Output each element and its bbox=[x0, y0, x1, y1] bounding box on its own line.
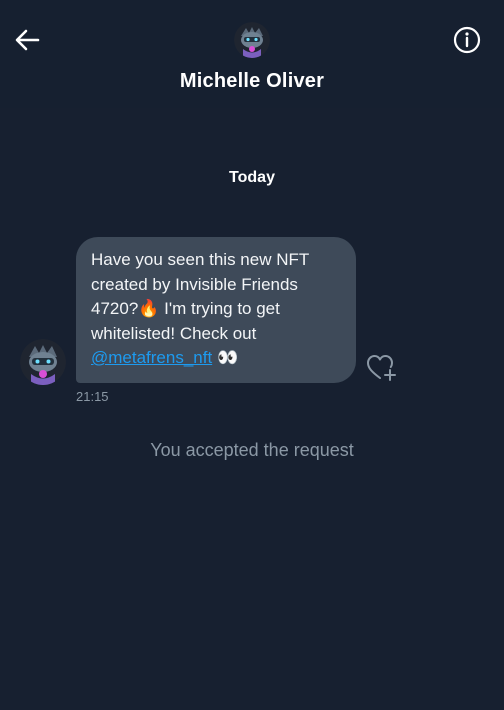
info-circle-icon bbox=[453, 26, 481, 54]
message-line: 4720?🔥 I'm trying to get bbox=[91, 297, 342, 322]
eyes-emoji: 👀 bbox=[216, 348, 239, 367]
message-bubble[interactable]: Have you seen this new NFT created by In… bbox=[76, 237, 356, 383]
system-message: You accepted the request bbox=[150, 440, 354, 460]
fire-emoji: 🔥 bbox=[138, 299, 160, 318]
message-line: Have you seen this new NFT bbox=[91, 250, 310, 269]
mention-link[interactable]: @metafrens_nft bbox=[91, 348, 212, 367]
message-line: @metafrens_nft 👀 bbox=[91, 346, 342, 371]
page-title: Michelle Oliver bbox=[179, 70, 325, 92]
message-line: whitelisted! Check out bbox=[91, 323, 257, 343]
sender-avatar[interactable] bbox=[20, 339, 66, 385]
add-reaction-button[interactable] bbox=[366, 354, 398, 382]
message-text: I'm trying to get bbox=[159, 299, 280, 318]
heart-plus-icon bbox=[367, 355, 396, 381]
back-button[interactable] bbox=[12, 25, 42, 55]
info-button[interactable] bbox=[452, 25, 482, 55]
date-separator: Today bbox=[229, 169, 275, 186]
avatar[interactable] bbox=[234, 22, 270, 58]
message-text: 4720? bbox=[91, 299, 139, 318]
message-timestamp: 21:15 bbox=[76, 389, 109, 404]
conversation-header: Michelle Oliver bbox=[0, 0, 504, 108]
arrow-left-icon bbox=[15, 29, 40, 51]
message-line: created by Invisible Friends bbox=[91, 274, 298, 294]
